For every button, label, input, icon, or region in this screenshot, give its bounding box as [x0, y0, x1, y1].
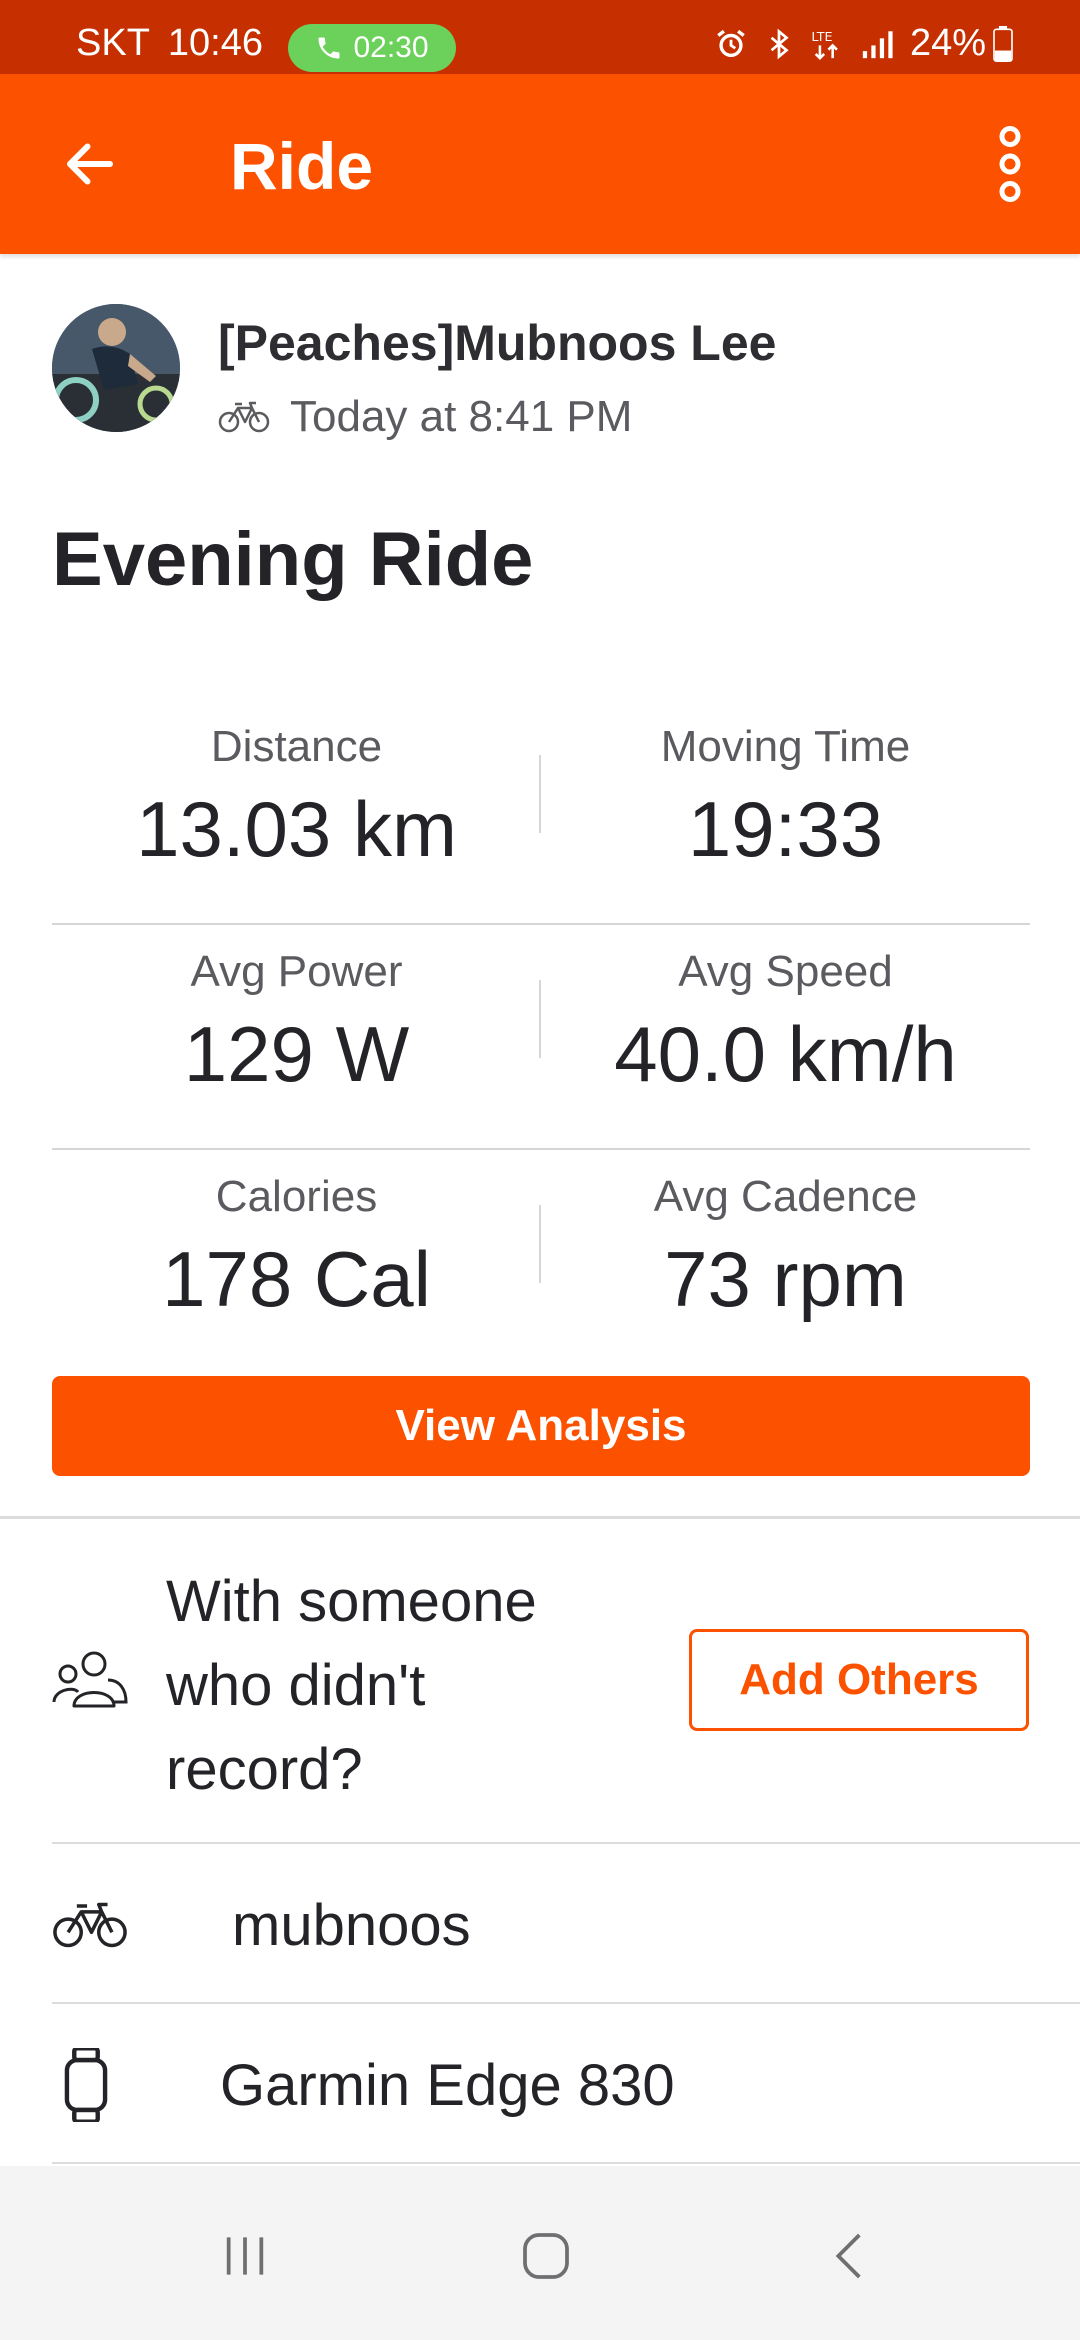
status-bar-left: SKT 10:46	[76, 22, 281, 65]
stat-calories: Calories 178 Cal	[52, 1150, 541, 1325]
back-button[interactable]	[52, 126, 128, 202]
recent-apps-icon	[226, 2237, 264, 2275]
more-vertical-icon	[999, 126, 1021, 202]
page-title: Ride	[230, 129, 374, 203]
clock: 10:46	[167, 22, 263, 64]
activity-title: Evening Ride	[52, 517, 534, 602]
stat-value: 40.0 km/h	[614, 1010, 957, 1098]
stat-moving-time: Moving Time 19:33	[541, 700, 1030, 875]
stat-label: Calories	[215, 1172, 378, 1221]
watch-icon	[52, 2048, 144, 2122]
lte-icon: LTE	[810, 27, 844, 61]
divider	[0, 1516, 1080, 1519]
nav-back-button[interactable]	[795, 2206, 905, 2306]
stat-value: 13.03 km	[136, 785, 457, 873]
activity-time-row: Today at 8:41 PM	[218, 392, 632, 442]
alarm-icon	[714, 27, 748, 61]
stat-value: 19:33	[687, 785, 884, 873]
call-timer: 02:30	[353, 31, 429, 64]
stats-row: Distance 13.03 km Moving Time 19:33	[52, 700, 1030, 925]
device-row[interactable]: Garmin Edge 830	[52, 2006, 1080, 2164]
stat-avg-cadence: Avg Cadence 73 rpm	[541, 1150, 1030, 1325]
stat-value: 73 rpm	[664, 1235, 907, 1323]
divider	[52, 1842, 1080, 1844]
carrier-label: SKT	[76, 22, 150, 64]
battery-icon	[992, 25, 1014, 62]
bike-name: mubnoos	[232, 1892, 471, 1958]
status-bar-right: LTE 24%	[698, 22, 1014, 65]
stat-value: 129 W	[183, 1010, 410, 1098]
view-analysis-button[interactable]: View Analysis	[52, 1376, 1030, 1476]
divider	[52, 2002, 1080, 2004]
recent-apps-button[interactable]	[190, 2206, 300, 2306]
system-nav-bar	[0, 2166, 1080, 2340]
phone-icon	[318, 37, 340, 59]
ongoing-call-pill[interactable]: 02:30	[288, 24, 456, 72]
bluetooth-icon	[764, 27, 794, 61]
stat-label: Distance	[210, 722, 383, 771]
stats-row: Calories 178 Cal Avg Cadence 73 rpm	[52, 1150, 1030, 1375]
people-icon	[52, 1650, 128, 1715]
home-button[interactable]	[491, 2206, 601, 2306]
stat-label: Avg Speed	[678, 947, 893, 996]
with-others-prompt: With someone who didn't record?	[166, 1569, 537, 1802]
bike-row[interactable]: mubnoos	[52, 1846, 1080, 2004]
chevron-left-icon	[835, 2233, 861, 2279]
bike-icon	[52, 1900, 144, 1950]
stats-grid: Distance 13.03 km Moving Time 19:33 Avg …	[52, 700, 1030, 1375]
app-bar: Ride	[0, 74, 1080, 254]
stat-label: Avg Cadence	[653, 1172, 918, 1221]
activity-time: Today at 8:41 PM	[290, 392, 633, 441]
stat-distance: Distance 13.03 km	[52, 700, 541, 875]
avatar[interactable]	[52, 304, 180, 432]
svg-text:LTE: LTE	[811, 30, 832, 45]
stat-label: Moving Time	[660, 722, 911, 771]
battery-label: 24%	[909, 22, 986, 64]
bike-icon	[218, 401, 270, 433]
stat-label: Avg Power	[190, 947, 403, 996]
status-bar: SKT 10:46 02:30 LTE 24%	[0, 0, 1080, 74]
device-name: Garmin Edge 830	[220, 2052, 675, 2118]
divider	[52, 2162, 1080, 2164]
stat-avg-power: Avg Power 129 W	[52, 925, 541, 1100]
stats-row: Avg Power 129 W Avg Speed 40.0 km/h	[52, 925, 1030, 1150]
signal-icon	[860, 27, 894, 61]
arrow-left-icon	[67, 143, 113, 185]
home-icon	[523, 2233, 569, 2279]
athlete-name[interactable]: [Peaches]Mubnoos Lee	[218, 314, 776, 372]
add-others-button[interactable]: Add Others	[689, 1629, 1029, 1731]
more-options-button[interactable]	[970, 122, 1050, 206]
stat-avg-speed: Avg Speed 40.0 km/h	[541, 925, 1030, 1100]
stat-value: 178 Cal	[162, 1235, 431, 1323]
